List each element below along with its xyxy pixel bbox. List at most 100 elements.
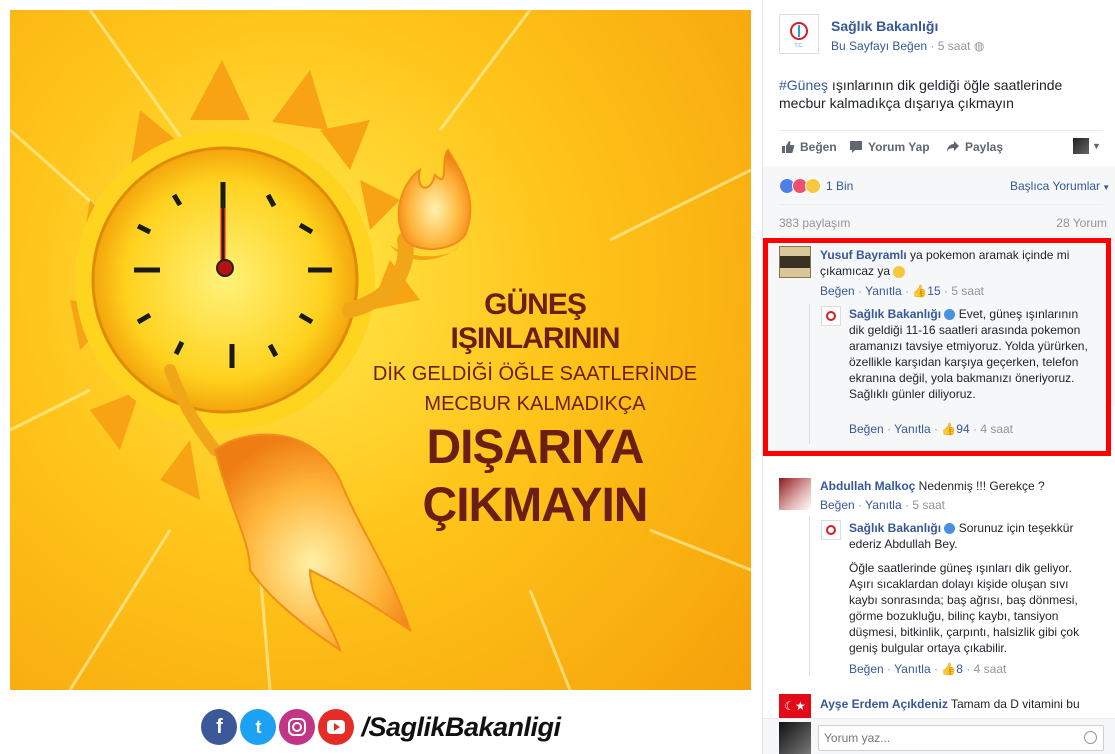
caret-down-icon: ▼ xyxy=(1100,183,1111,192)
comment-sort-dropdown[interactable]: Başlıca Yorumlar ▼ xyxy=(1010,179,1110,193)
youtube-icon xyxy=(318,709,355,745)
ministry-logo-icon xyxy=(826,311,836,321)
poster-line-3: DİK GELDİĞİ ÖĞLE SAATLERİNDE xyxy=(372,363,698,385)
poster-line-1: GÜNEŞ xyxy=(484,288,587,321)
poster-line-6: ÇIKMAYIN xyxy=(422,479,649,532)
svg-text:T.C.: T.C. xyxy=(795,43,804,49)
share-button[interactable]: Paylaş xyxy=(946,140,1003,154)
post-image[interactable]: GÜNEŞ IŞINLARININ DİK GELDİĞİ ÖĞLE SAATL… xyxy=(10,10,751,690)
post-time[interactable]: 5 saat xyxy=(938,39,971,53)
avatar[interactable] xyxy=(779,246,811,278)
profile-thumb xyxy=(1073,138,1089,154)
social-handle: /SaglikBakanligi xyxy=(361,711,561,742)
divider xyxy=(779,236,1103,237)
avatar[interactable]: ☾★ xyxy=(779,694,811,718)
image-viewer: GÜNEŞ IŞINLARININ DİK GELDİĞİ ÖĞLE SAATL… xyxy=(0,0,762,754)
comment-like-button[interactable]: Beğen xyxy=(820,498,855,512)
divider xyxy=(779,204,1103,205)
comment-like-button[interactable]: Beğen xyxy=(820,284,855,298)
comment-text: Yusuf Bayramlı ya pokemon aramak içinde … xyxy=(820,247,1105,279)
reply-time[interactable]: 4 saat xyxy=(980,422,1013,436)
reply-avatar[interactable] xyxy=(821,306,841,326)
facebook-icon: f xyxy=(201,709,238,745)
commenter-name[interactable]: Yusuf Bayramlı xyxy=(820,248,907,262)
avatar[interactable] xyxy=(779,478,811,510)
comment-input-box[interactable] xyxy=(818,725,1104,751)
share-label: Paylaş xyxy=(965,140,1004,154)
reply-avatar[interactable] xyxy=(821,520,841,540)
poster-line-2: IŞINLARININ xyxy=(450,322,621,355)
reply-like-count[interactable]: 94 xyxy=(956,422,969,436)
replier-name[interactable]: Sağlık Bakanlığı xyxy=(849,521,941,535)
thumbs-up-icon xyxy=(782,141,795,153)
meta-dot: · xyxy=(966,662,974,676)
comment-count[interactable]: 28 Yorum xyxy=(1056,216,1107,230)
reply-time[interactable]: 4 saat xyxy=(974,662,1007,676)
comment-time[interactable]: 5 saat xyxy=(912,498,945,512)
comment-button[interactable]: Yorum Yap xyxy=(849,140,930,154)
reply-actions: Beğen · Yanıtla · 👍94 · 4 saat xyxy=(849,422,1013,436)
like-label: Beğen xyxy=(800,140,837,154)
poster-line-5: DIŞARIYA xyxy=(426,421,645,474)
reply-reply-button[interactable]: Yanıtla xyxy=(894,422,930,436)
comment-actions: Beğen · Yanıtla · 5 saat xyxy=(820,498,945,512)
poster-line-4: MECBUR KALMADIKÇA xyxy=(424,393,646,415)
reply-like-count[interactable]: 8 xyxy=(956,662,963,676)
post-meta: Bu Sayfayı Beğen · 5 saat ◍ xyxy=(831,39,984,53)
comment-input[interactable] xyxy=(819,726,1069,750)
divider xyxy=(779,130,1103,131)
comment-icon xyxy=(850,141,862,153)
reply-body: Evet, güneş ışınlarının dik geldiği 11-1… xyxy=(849,307,1088,401)
post-sidebar: T.C. Sağlık Bakanlığı Bu Sayfayı Beğen ·… xyxy=(762,0,1115,754)
comment-body: Nedenmiş !!! Gerekçe ? xyxy=(915,479,1045,493)
reply-text: Sağlık Bakanlığı Evet, güneş ışınlarının… xyxy=(849,306,1089,402)
like-count-icon: 👍 xyxy=(941,422,957,436)
reply-actions: Beğen · Yanıtla · 👍8 · 4 saat xyxy=(849,662,1006,676)
globe-icon: ◍ xyxy=(973,39,985,53)
comment-time[interactable]: 5 saat xyxy=(951,284,984,298)
reply-like-button[interactable]: Beğen xyxy=(849,422,884,436)
commenter-name[interactable]: Abdullah Malkoç xyxy=(820,479,915,493)
like-count-icon: 👍 xyxy=(912,284,928,298)
wanted-poster-image xyxy=(780,247,810,277)
post-text: #Güneş ışınlarının dik geldiği öğle saat… xyxy=(779,76,1099,112)
commenter-name[interactable]: Ayşe Erdem Açıkdeniz xyxy=(820,697,948,711)
instagram-icon xyxy=(279,709,316,745)
reply-text-paragraph: Öğle saatlerinde güneş ışınları dik geli… xyxy=(849,561,1080,655)
emoji-picker-icon[interactable] xyxy=(1084,731,1097,744)
reaction-icons[interactable]: 1 Bin xyxy=(779,178,853,194)
meta-separator: · xyxy=(930,39,938,53)
page-avatar[interactable]: T.C. xyxy=(779,14,819,54)
reaction-count[interactable]: 1 Bin xyxy=(826,179,853,193)
comment-text: Abdullah Malkoç Nedenmiş !!! Gerekçe ? xyxy=(820,478,1105,494)
sort-label: Başlıca Yorumlar xyxy=(1010,179,1101,193)
composer-avatar xyxy=(779,722,811,754)
post-as-selector[interactable]: ▼ xyxy=(1073,138,1103,154)
emoji-icon xyxy=(893,265,906,278)
reply-thread-line xyxy=(809,304,810,444)
comment-label: Yorum Yap xyxy=(868,140,930,154)
like-count-icon: 👍 xyxy=(941,662,957,676)
verified-badge-icon xyxy=(944,523,956,535)
replier-name[interactable]: Sağlık Bakanlığı xyxy=(849,307,941,321)
social-media-footer: f t /SaglikBakanligi xyxy=(0,700,762,754)
like-button[interactable]: Beğen xyxy=(781,140,837,154)
verified-badge-icon xyxy=(944,309,956,321)
comment-body: Tamam da D vitamini bu xyxy=(947,697,1080,711)
reply-reply-button[interactable]: Yanıtla xyxy=(894,662,930,676)
share-count[interactable]: 383 paylaşım xyxy=(779,216,850,230)
hashtag-link[interactable]: #Güneş xyxy=(779,77,828,93)
comment-reply-button[interactable]: Yanıtla xyxy=(865,498,901,512)
comment-text: Ayşe Erdem Açıkdeniz Tamam da D vitamini… xyxy=(820,696,1105,712)
comment-like-count[interactable]: 15 xyxy=(927,284,940,298)
reply-text: Sağlık Bakanlığı Sorunuz için teşekkür e… xyxy=(849,520,1089,552)
twitter-icon: t xyxy=(240,709,277,745)
like-page-link[interactable]: Bu Sayfayı Beğen xyxy=(831,39,927,53)
reply-like-button[interactable]: Beğen xyxy=(849,662,884,676)
page-name[interactable]: Sağlık Bakanlığı xyxy=(831,18,938,34)
haha-reaction-icon xyxy=(805,178,821,194)
share-icon xyxy=(947,141,959,152)
comment-actions: Beğen · Yanıtla · 👍15 · 5 saat xyxy=(820,284,984,298)
comment-reply-button[interactable]: Yanıtla xyxy=(865,284,901,298)
chevron-down-icon: ▼ xyxy=(1092,141,1101,151)
